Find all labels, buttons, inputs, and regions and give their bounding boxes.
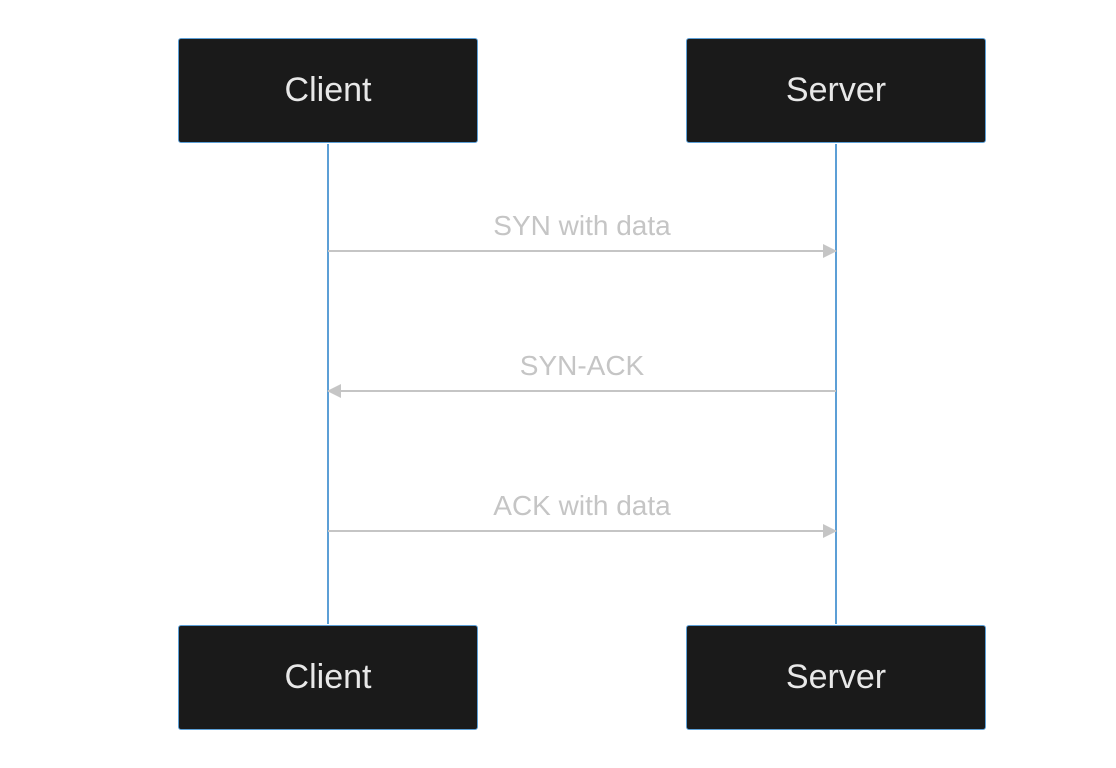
actor-client-top: Client xyxy=(178,38,478,143)
actor-client-top-label: Client xyxy=(285,71,372,110)
message-1: SYN with data xyxy=(328,210,836,252)
message-3-label: ACK with data xyxy=(328,490,836,522)
actor-client-bottom: Client xyxy=(178,625,478,730)
actor-server-bottom-label: Server xyxy=(786,658,886,697)
actor-server-top-label: Server xyxy=(786,71,886,110)
actor-client-bottom-label: Client xyxy=(285,658,372,697)
message-3-arrow xyxy=(328,530,836,532)
actor-server-top: Server xyxy=(686,38,986,143)
message-2-label: SYN-ACK xyxy=(328,350,836,382)
message-1-arrow xyxy=(328,250,836,252)
message-2-arrow xyxy=(328,390,836,392)
actor-server-bottom: Server xyxy=(686,625,986,730)
message-1-label: SYN with data xyxy=(328,210,836,242)
sequence-diagram: Client Server SYN with data SYN-ACK ACK … xyxy=(0,0,1116,768)
message-3: ACK with data xyxy=(328,490,836,532)
message-2: SYN-ACK xyxy=(328,350,836,392)
